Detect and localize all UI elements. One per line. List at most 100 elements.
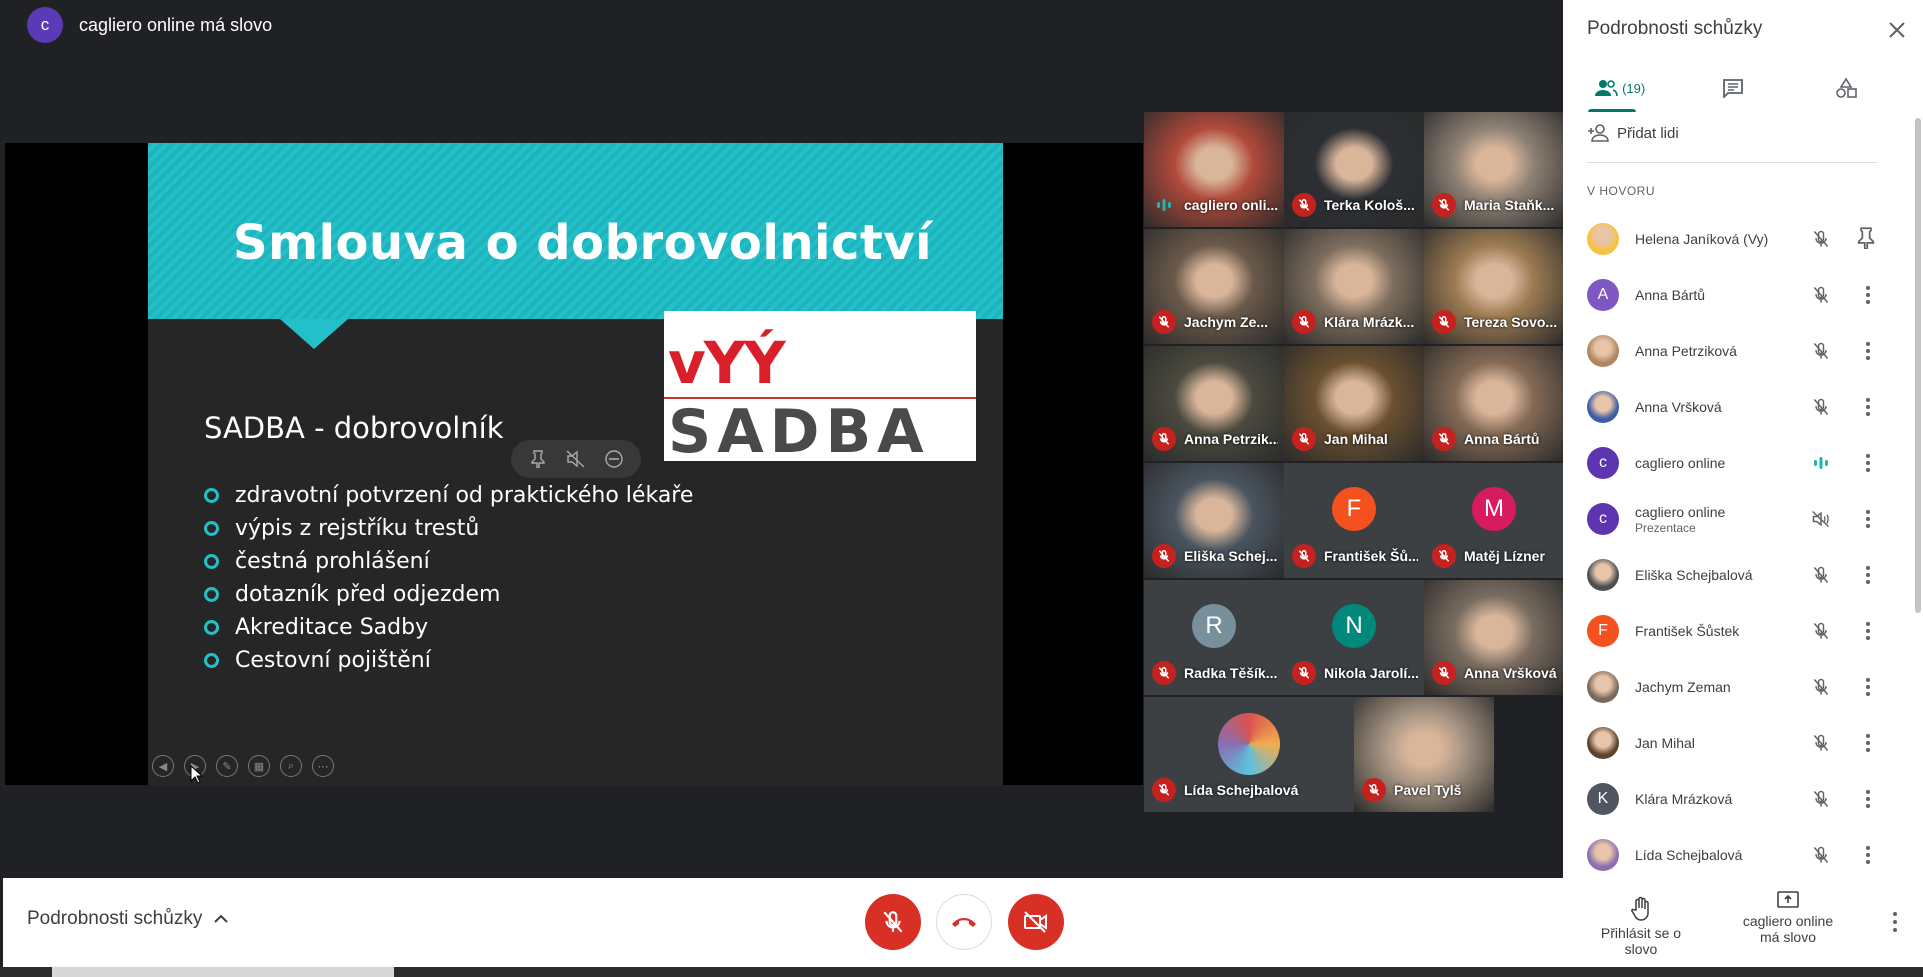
participant-row[interactable]: Helena Janíková (Vy): [1563, 211, 1903, 267]
microphone-toggle-button[interactable]: [865, 894, 921, 950]
participant-row[interactable]: Eliška Schejbalová: [1563, 547, 1903, 603]
more-vert-icon[interactable]: [1856, 787, 1880, 811]
avatar: [1587, 559, 1619, 591]
avatar: [1587, 671, 1619, 703]
avatar: [1587, 839, 1619, 871]
participant-name-overlay: Nikola Jarolí...: [1292, 661, 1418, 685]
pin-icon[interactable]: [1856, 227, 1880, 251]
participant-name: cagliero online Prezentace: [1635, 503, 1726, 535]
participant-tile[interactable]: Anna Vršková: [1424, 580, 1564, 695]
mic-off-icon: [1152, 310, 1176, 334]
sadba-logo: vYÝ SADBA: [664, 311, 976, 467]
more-options-icon[interactable]: ⋯: [312, 755, 334, 777]
participant-tile[interactable]: N Nikola Jarolí...: [1284, 580, 1424, 695]
participant-name-overlay: Klára Mrázk...: [1292, 310, 1418, 334]
participant-row[interactable]: Lída Schejbalová: [1563, 827, 1903, 883]
meeting-details-button[interactable]: Podrobnosti schůzky: [27, 908, 229, 930]
participant-row[interactable]: c cagliero online Prezentace: [1563, 491, 1903, 547]
bullet-ring-icon: [204, 554, 219, 569]
people-count: (19): [1622, 80, 1646, 96]
participant-tile[interactable]: Jan Mihal: [1284, 346, 1424, 461]
more-vert-icon[interactable]: [1856, 675, 1880, 699]
more-vert-icon[interactable]: [1856, 563, 1880, 587]
mic-off-icon[interactable]: [1809, 843, 1833, 867]
mic-off-icon[interactable]: [1809, 787, 1833, 811]
mic-off-icon[interactable]: [1809, 731, 1833, 755]
more-options-button[interactable]: [1883, 908, 1907, 936]
mic-off-icon: [1152, 778, 1176, 802]
more-vert-icon[interactable]: [1856, 731, 1880, 755]
avatar: c: [1587, 447, 1619, 479]
mic-off-icon[interactable]: [1809, 395, 1833, 419]
participant-name: Anna Petrziková: [1635, 342, 1737, 359]
participant-tile[interactable]: cagliero onli...: [1144, 112, 1284, 227]
participant-name: Anna Vršková: [1464, 665, 1557, 681]
participant-tile[interactable]: Lída Schejbalová: [1144, 697, 1354, 812]
participant-tile[interactable]: M Matěj Lízner: [1424, 463, 1564, 578]
pen-icon[interactable]: ✎: [216, 755, 238, 777]
raise-hand-button[interactable]: Přihlásit se o slovo: [1583, 896, 1699, 957]
volume-off-icon[interactable]: [1809, 507, 1833, 531]
presenting-button[interactable]: cagliero online má slovo: [1733, 890, 1843, 945]
close-icon[interactable]: [1885, 18, 1909, 42]
participant-name: Pavel Tylš: [1394, 782, 1462, 798]
participant-name: Anna Bártů: [1464, 431, 1540, 447]
participant-tile[interactable]: Maria Staňk...: [1424, 112, 1564, 227]
participant-row[interactable]: c cagliero online: [1563, 435, 1903, 491]
mic-off-icon[interactable]: [1809, 227, 1833, 251]
mute-icon[interactable]: [565, 448, 587, 470]
participant-tile[interactable]: Pavel Tylš: [1354, 697, 1494, 812]
slides-overview-icon[interactable]: ▦: [248, 755, 270, 777]
participant-row[interactable]: Anna Petrziková: [1563, 323, 1903, 379]
camera-off-icon: [1024, 911, 1047, 933]
participant-tile[interactable]: Terka Kološ...: [1284, 112, 1424, 227]
participant-row[interactable]: Anna Vršková: [1563, 379, 1903, 435]
more-vert-icon[interactable]: [1856, 619, 1880, 643]
more-vert-icon[interactable]: [1856, 395, 1880, 419]
speaking-icon[interactable]: [1809, 451, 1833, 475]
mic-off-icon: [1362, 778, 1386, 802]
stage: Smlouva o dobrovolnictví vYÝ SADBA SADBA…: [3, 50, 1564, 878]
tab-activities[interactable]: [1790, 64, 1903, 112]
more-vert-icon[interactable]: [1856, 283, 1880, 307]
participant-tile[interactable]: Anna Bártů: [1424, 346, 1564, 461]
more-vert-icon[interactable]: [1856, 451, 1880, 475]
participant-tile[interactable]: Jachym Ze...: [1144, 229, 1284, 344]
participant-tile[interactable]: Klára Mrázk...: [1284, 229, 1424, 344]
leave-call-button[interactable]: [936, 894, 992, 950]
participant-tile[interactable]: Anna Petrzik...: [1144, 346, 1284, 461]
mic-off-icon[interactable]: [1809, 283, 1833, 307]
participant-row[interactable]: Jan Mihal: [1563, 715, 1903, 771]
participant-tile[interactable]: Tereza Sovo...: [1424, 229, 1564, 344]
more-vert-icon[interactable]: [1856, 507, 1880, 531]
zoom-icon[interactable]: ⌕: [280, 755, 302, 777]
mic-off-icon[interactable]: [1809, 339, 1833, 363]
mic-off-icon[interactable]: [1809, 619, 1833, 643]
remove-icon[interactable]: [603, 448, 625, 470]
participant-row[interactable]: A Anna Bártů: [1563, 267, 1903, 323]
participant-photo-avatar: [1218, 713, 1280, 775]
mic-off-icon: [1292, 427, 1316, 451]
more-vert-icon[interactable]: [1856, 339, 1880, 363]
add-people-button[interactable]: Přidat lidi: [1587, 124, 1679, 142]
tab-chat[interactable]: [1676, 64, 1789, 112]
activities-icon: [1836, 77, 1858, 98]
pin-icon[interactable]: [527, 448, 549, 470]
participant-row[interactable]: K Klára Mrázková: [1563, 771, 1903, 827]
mic-off-icon[interactable]: [1809, 675, 1833, 699]
mic-off-icon[interactable]: [1809, 563, 1833, 587]
camera-toggle-button[interactable]: [1008, 894, 1064, 950]
participant-row[interactable]: F František Šůstek: [1563, 603, 1903, 659]
panel-divider: [1587, 162, 1877, 163]
participant-row[interactable]: Jachym Zeman: [1563, 659, 1903, 715]
previous-slide-icon[interactable]: ◀: [152, 755, 174, 777]
participant-tile[interactable]: F František Šů...: [1284, 463, 1424, 578]
participant-list-scrollbar[interactable]: [1915, 118, 1921, 613]
tab-people[interactable]: (19): [1563, 64, 1676, 112]
participant-tile[interactable]: R Radka Těšík...: [1144, 580, 1284, 695]
participant-name-overlay: Anna Bártů: [1432, 427, 1558, 451]
participant-tile[interactable]: Eliška Schej...: [1144, 463, 1284, 578]
presentation-view[interactable]: Smlouva o dobrovolnictví vYÝ SADBA SADBA…: [5, 143, 1143, 785]
avatar: A: [1587, 279, 1619, 311]
more-vert-icon[interactable]: [1856, 843, 1880, 867]
